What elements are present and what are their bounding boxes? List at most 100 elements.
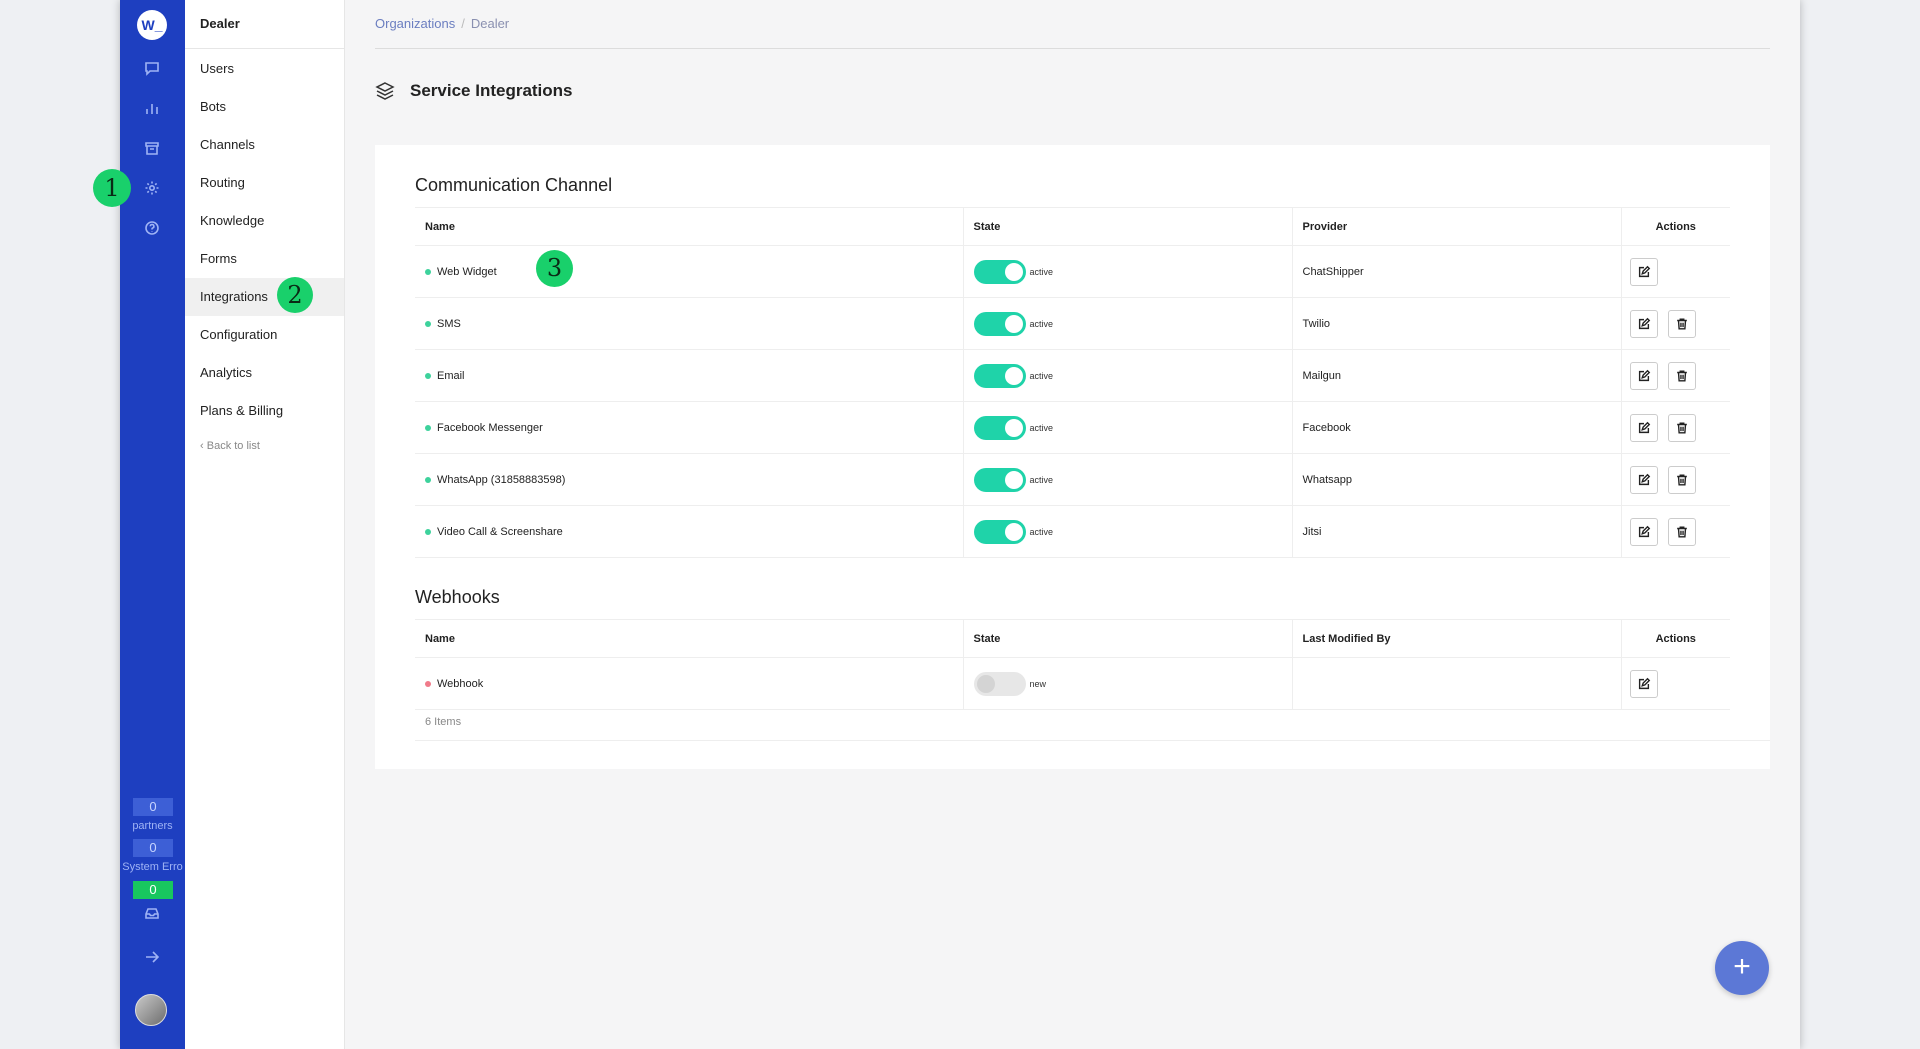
icon-rail: W_ 0 partners 0 System Erro 0 bbox=[120, 0, 185, 1049]
subnav-item-configuration[interactable]: Configuration bbox=[185, 316, 344, 354]
column-header-name: Name bbox=[415, 619, 963, 658]
edit-icon bbox=[1638, 677, 1650, 689]
edit-button[interactable] bbox=[1629, 257, 1658, 286]
edit-button[interactable] bbox=[1629, 361, 1658, 390]
edit-icon bbox=[1638, 525, 1650, 537]
status-dot bbox=[425, 476, 431, 483]
table-row: Facebook Messenger active Facebook bbox=[415, 401, 1730, 454]
status-dot bbox=[425, 680, 431, 687]
channel-name: WhatsApp (31858883598) bbox=[437, 473, 566, 486]
settings-subnav: Dealer Users Bots Channels Routing Knowl… bbox=[185, 0, 345, 1049]
edit-icon bbox=[1638, 473, 1650, 485]
subnav-item-knowledge[interactable]: Knowledge bbox=[185, 202, 344, 240]
breadcrumb-separator: / bbox=[461, 16, 465, 31]
provider-name: Facebook bbox=[1291, 401, 1621, 454]
arrow-right-icon[interactable] bbox=[140, 945, 164, 969]
provider-name: Mailgun bbox=[1291, 349, 1621, 402]
subnav-item-routing[interactable]: Routing bbox=[185, 164, 344, 202]
edit-button[interactable] bbox=[1629, 309, 1658, 338]
back-to-list-link[interactable]: ‹ Back to list bbox=[185, 440, 344, 452]
table-row: Email active Mailgun bbox=[415, 349, 1730, 402]
page-header: Service Integrations bbox=[375, 81, 1770, 101]
provider-name: Twilio bbox=[1291, 297, 1621, 350]
delete-button[interactable] bbox=[1667, 361, 1696, 390]
breadcrumb-current: Dealer bbox=[470, 16, 510, 31]
delete-button[interactable] bbox=[1667, 309, 1696, 338]
subnav-item-forms[interactable]: Forms bbox=[185, 240, 344, 278]
chat-icon[interactable] bbox=[140, 56, 164, 80]
edit-button[interactable] bbox=[1629, 465, 1658, 494]
state-text: active bbox=[1029, 422, 1054, 433]
partners-counter[interactable]: 0 bbox=[133, 798, 173, 816]
state-toggle[interactable] bbox=[973, 311, 1026, 336]
channel-name: Web Widget bbox=[437, 265, 497, 278]
trash-icon bbox=[1676, 369, 1687, 382]
edit-icon bbox=[1638, 265, 1650, 277]
status-dot bbox=[425, 268, 431, 275]
edit-button[interactable] bbox=[1629, 669, 1658, 698]
delete-button[interactable] bbox=[1667, 465, 1696, 494]
state-toggle[interactable] bbox=[973, 519, 1026, 544]
subnav-item-channels[interactable]: Channels bbox=[185, 126, 344, 164]
edit-button[interactable] bbox=[1629, 413, 1658, 442]
state-toggle[interactable] bbox=[973, 671, 1026, 696]
add-integration-button[interactable]: + bbox=[1715, 941, 1769, 995]
delete-button[interactable] bbox=[1667, 517, 1696, 546]
state-text: active bbox=[1029, 474, 1054, 485]
column-header-actions: Actions bbox=[1620, 207, 1730, 246]
logo[interactable]: W_ bbox=[137, 10, 167, 40]
channel-name: SMS bbox=[437, 317, 461, 330]
back-to-list-label: Back to list bbox=[206, 440, 260, 452]
subnav-title: Dealer bbox=[185, 0, 344, 49]
provider-name: Jitsi bbox=[1291, 505, 1621, 558]
edit-icon bbox=[1638, 369, 1650, 381]
bar-chart-icon[interactable] bbox=[140, 96, 164, 120]
state-text: active bbox=[1029, 266, 1054, 277]
state-text: active bbox=[1029, 526, 1054, 537]
help-icon[interactable] bbox=[140, 216, 164, 240]
subnav-item-integrations[interactable]: Integrations bbox=[185, 278, 344, 316]
state-toggle[interactable] bbox=[973, 467, 1026, 492]
state-toggle[interactable] bbox=[973, 415, 1026, 440]
column-header-state: State bbox=[962, 619, 1292, 658]
avatar[interactable] bbox=[135, 994, 167, 1026]
state-toggle[interactable] bbox=[973, 259, 1026, 284]
edit-icon bbox=[1638, 421, 1650, 433]
table-row: SMS active Twilio bbox=[415, 297, 1730, 350]
delete-button[interactable] bbox=[1667, 413, 1696, 442]
system-error-counter[interactable]: 0 bbox=[133, 839, 173, 857]
subnav-item-bots[interactable]: Bots bbox=[185, 88, 344, 126]
trash-icon bbox=[1676, 473, 1687, 486]
items-count: 6 Items bbox=[415, 703, 1770, 741]
state-text: active bbox=[1029, 318, 1054, 329]
state-text: active bbox=[1029, 370, 1054, 381]
trash-icon bbox=[1676, 317, 1687, 330]
archive-icon[interactable] bbox=[140, 136, 164, 160]
column-header-actions: Actions bbox=[1620, 619, 1730, 658]
status-dot bbox=[425, 528, 431, 535]
inbox-counter[interactable]: 0 bbox=[133, 881, 173, 899]
breadcrumb-organizations[interactable]: Organizations bbox=[375, 16, 455, 31]
chevron-left-icon: ‹ bbox=[200, 440, 207, 452]
subnav-item-plans-billing[interactable]: Plans & Billing bbox=[185, 392, 344, 430]
channel-name: Video Call & Screenshare bbox=[437, 525, 563, 538]
column-header-last-modified: Last Modified By bbox=[1291, 619, 1621, 658]
annotation-badge-2: 2 bbox=[277, 277, 313, 313]
webhooks-title: Webhooks bbox=[415, 587, 500, 607]
edit-button[interactable] bbox=[1629, 517, 1658, 546]
inbox-icon[interactable] bbox=[140, 901, 164, 925]
integrations-card: Communication Channel Name State Provide… bbox=[375, 145, 1770, 769]
gear-icon[interactable] bbox=[140, 176, 164, 200]
table-row: Webhook new bbox=[415, 657, 1730, 710]
subnav-item-analytics[interactable]: Analytics bbox=[185, 354, 344, 392]
table-row: Web Widget active ChatShipper bbox=[415, 245, 1730, 298]
system-error-label: System Erro bbox=[122, 861, 183, 873]
state-text: new bbox=[1029, 678, 1047, 689]
column-header-name: Name bbox=[415, 207, 963, 246]
status-dot bbox=[425, 372, 431, 379]
subnav-item-users[interactable]: Users bbox=[185, 50, 344, 88]
trash-icon bbox=[1676, 421, 1687, 434]
channel-name: Facebook Messenger bbox=[437, 421, 543, 434]
edit-icon bbox=[1638, 317, 1650, 329]
state-toggle[interactable] bbox=[973, 363, 1026, 388]
